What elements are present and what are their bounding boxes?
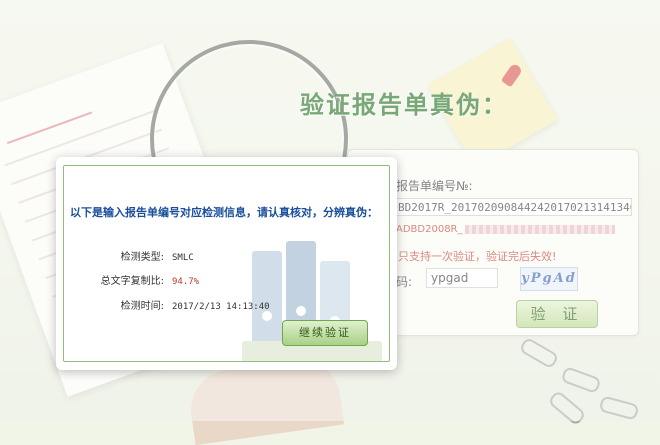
binder-ring xyxy=(296,306,306,316)
copy-ratio-label: 总文字复制比: xyxy=(100,276,164,287)
continue-verify-button[interactable]: 继续验证 xyxy=(282,320,368,346)
dialog-content: 以下是输入报告单编号对应检测信息，请认真核对，分辨真伪： 检测类型: SMLC 总… xyxy=(63,165,390,362)
detection-type-row: 检测类型: SMLC xyxy=(84,248,194,263)
verification-result-dialog: 以下是输入报告单编号对应检测信息，请认真核对，分辨真伪： 检测类型: SMLC 总… xyxy=(56,157,397,370)
detection-type-label: 检测类型: xyxy=(120,252,164,263)
detection-time-label: 检测时间: xyxy=(120,301,164,312)
detection-time-value: 2017/2/13 14:13:40 xyxy=(172,302,270,312)
dialog-header: 以下是输入报告单编号对应检测信息，请认真核对，分辨真伪： xyxy=(70,206,378,219)
detection-time-row: 检测时间: 2017/2/13 14:13:40 xyxy=(84,297,270,312)
copy-ratio-value: 94.7% xyxy=(172,277,200,287)
detection-type-value: SMLC xyxy=(172,253,194,263)
binder-ring xyxy=(262,311,272,321)
copy-ratio-row: 总文字复制比: 94.7% xyxy=(84,272,199,287)
